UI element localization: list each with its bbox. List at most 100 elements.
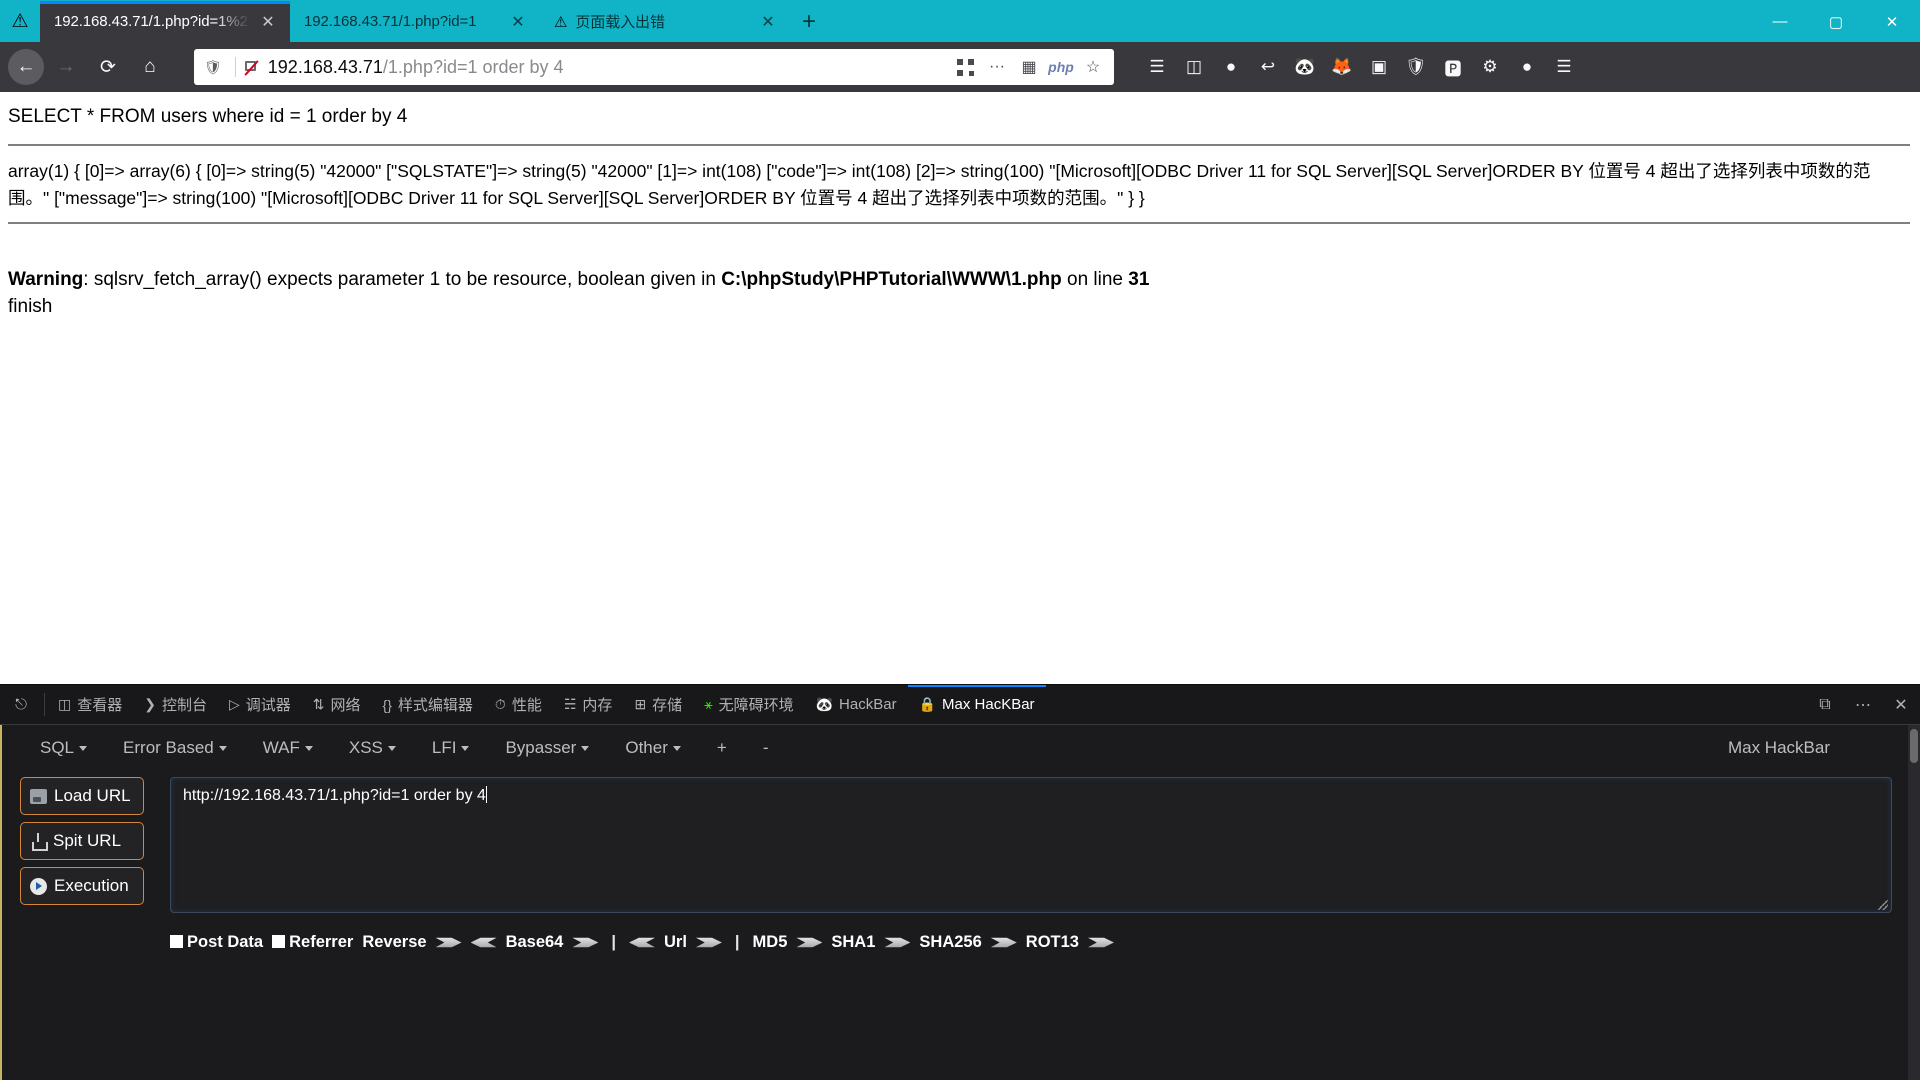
home-button[interactable]: ⌂ [130,49,170,85]
resize-handle[interactable] [1878,900,1888,910]
ip-extension-icon[interactable]: 🅿 [1436,50,1470,84]
reload-button[interactable]: ⟳ [88,49,128,85]
devtools-tab-performance[interactable]: ⏱ 性能 [484,685,553,724]
devtools-tab-max-hackbar[interactable]: 🔒 Max HacKBar [907,685,1046,724]
browser-tab-3[interactable]: ⚠ 页面载入出错 ✕ [540,1,790,42]
options-divider-1: | [611,933,616,951]
hackbar-menu-waf[interactable]: WAF [263,738,313,758]
element-picker-icon[interactable]: ⎋ [0,685,42,724]
firefox-icon: 🐼 [815,696,834,712]
execution-button[interactable]: Execution [20,867,144,905]
devtools-scrollbar[interactable] [1908,725,1920,1080]
hackbar-brand-label: Max HackBar [1727,738,1830,757]
hackbar-menu-error-based[interactable]: Error Based [123,738,227,758]
dock-icon[interactable]: ⧉ [1806,685,1844,725]
browser-tab-1-title: 192.168.43.71/1.php?id=1%2 [54,13,248,30]
devtools-tab-label: 查看器 [77,697,123,714]
devtools-tab-storage[interactable]: ⊞ 存储 [623,685,693,724]
hackbar-menu-xss[interactable]: XSS [349,738,396,758]
base64-encode-arrow-icon[interactable] [572,937,599,948]
hackbar-menu-remove[interactable]: - [763,738,769,758]
devtools-tab-memory[interactable]: ☵ 内存 [553,685,624,724]
warning-triangle-icon: ⚠ [554,13,568,31]
devtools-tab-style-editor[interactable]: {} 样式编辑器 [372,685,484,724]
palette-icon[interactable]: ● [1510,50,1544,84]
browser-tab-1[interactable]: 192.168.43.71/1.php?id=1%2 ✕ [40,1,290,42]
browser-tab-1-close-icon[interactable]: ✕ [256,10,280,34]
browser-tab-3-close-icon[interactable]: ✕ [756,10,780,34]
shield-extension-icon[interactable]: 🛡 [1399,50,1433,84]
load-url-button[interactable]: Load URL [20,777,144,815]
navigation-toolbar: ← → ⟳ ⌂ 🛡 192.168.43.71/1.php?id=1 order… [0,42,1920,92]
devtools-tab-label: 存储 [652,697,683,714]
library-icon[interactable]: ☰ [1140,50,1174,84]
post-data-checkbox[interactable]: Post Data [170,933,263,952]
checkbox-icon [272,935,286,948]
sha256-label: SHA256 [919,933,982,951]
back-button[interactable]: ← [8,49,44,85]
close-icon[interactable]: ✕ [1882,685,1920,725]
urlbar-actions: ··· ▦ php ☆ [950,52,1108,82]
finish-text: finish [8,296,53,317]
shield-icon[interactable]: 🛡 [204,59,222,76]
reader-view-icon[interactable]: ▦ [1014,52,1044,82]
account-icon[interactable]: ● [1214,50,1248,84]
crossed-out-lock-icon[interactable] [243,58,259,76]
hamburger-menu-icon[interactable]: ☰ [1547,50,1581,84]
hackbar-menu-label: Error Based [123,738,214,757]
url-encode-arrow-icon[interactable] [695,937,722,948]
split-url-button[interactable]: Spit URL [20,822,144,860]
url-input[interactable]: 192.168.43.71/1.php?id=1 order by 4 [268,57,950,78]
devtools-tab-label: 网络 [330,697,361,714]
scrollbar-thumb[interactable] [1910,729,1918,763]
hackbar-menu-add[interactable]: + [717,738,727,758]
minimize-button[interactable]: — [1752,1,1808,42]
referrer-checkbox[interactable]: Referrer [272,933,353,952]
devtools-tab-hackbar[interactable]: 🐼 HackBar [805,685,908,724]
firefox-extension-icon[interactable]: 🐼 [1288,50,1322,84]
gear-icon[interactable]: ⚙ [1473,50,1507,84]
crop-icon[interactable]: ▣ [1362,50,1396,84]
php-extension-icon[interactable]: php [1046,52,1076,82]
devtools-tab-debugger[interactable]: ▷ 调试器 [218,685,302,724]
devtools-tab-network[interactable]: ⇅ 网络 [302,685,372,724]
chevron-down-icon [672,745,681,751]
forward-button[interactable]: → [46,49,86,85]
devtools-tab-accessibility[interactable]: ⚹ 无障碍环境 [693,685,804,724]
hackbar-menu-other[interactable]: Other [625,738,681,758]
hackbar-menu-label: Bypasser [505,738,577,757]
bookmark-star-icon[interactable]: ☆ [1078,52,1108,82]
base64-decode-arrow-icon[interactable] [470,937,497,948]
undo-icon[interactable]: ↩ [1251,50,1285,84]
new-tab-button[interactable]: + [790,1,828,42]
hackbar-menu-lfi[interactable]: LFI [432,738,470,758]
devtools-tab-inspector[interactable]: ◫ 查看器 [47,685,133,724]
browser-tab-2[interactable]: 192.168.43.71/1.php?id=1 ✕ [290,1,540,42]
md5-hash-arrow-icon[interactable] [796,937,823,948]
browser-tab-2-close-icon[interactable]: ✕ [506,10,530,34]
hackbar-menu-sql[interactable]: SQL [40,738,88,758]
maximize-button[interactable]: ▢ [1808,1,1864,42]
md5-label: MD5 [752,933,788,951]
devtools-tab-strip: ⎋ ◫ 查看器 ❯ 控制台 ▷ 调试器 ⇅ 网络 {} 样式编辑器 ⏱ 性能 ☵… [0,685,1920,725]
hackbar-menu-bypasser[interactable]: Bypasser [505,738,590,758]
sha1-hash-arrow-icon[interactable] [884,937,911,948]
qr-code-icon[interactable] [950,52,980,82]
url-bar[interactable]: 🛡 192.168.43.71/1.php?id=1 order by 4 ··… [194,49,1114,85]
close-window-button[interactable]: ✕ [1864,1,1920,42]
hackbar-body: Load URL Spit URL Execution http://192.1… [2,771,1920,913]
devtools-tab-label: 无障碍环境 [718,697,794,714]
url-textarea[interactable]: http://192.168.43.71/1.php?id=1 order by… [170,777,1892,913]
chevron-down-icon [387,745,396,751]
fox-extension-icon[interactable]: 🦊 [1325,50,1359,84]
rot13-arrow-icon[interactable] [1087,937,1114,948]
devtools-tab-console[interactable]: ❯ 控制台 [133,685,218,724]
meatball-menu-icon[interactable]: ⋯ [1844,685,1882,725]
window-warning-icon: ⚠ [11,10,29,32]
sidebar-icon[interactable]: ◫ [1177,50,1211,84]
url-decode-arrow-icon[interactable] [629,937,655,948]
sha256-hash-arrow-icon[interactable] [990,937,1017,948]
meatball-menu-icon[interactable]: ··· [982,52,1012,82]
checkbox-icon [170,935,183,948]
reverse-encode-arrow-icon[interactable] [435,937,462,948]
